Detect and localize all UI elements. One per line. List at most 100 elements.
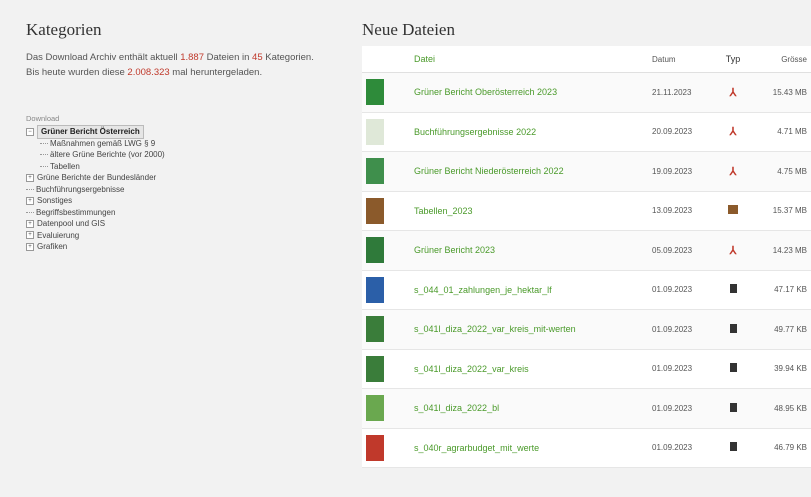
table-row[interactable]: s_044_01_zahlungen_je_hektar_lf 01.09.202… <box>362 270 811 310</box>
table-row[interactable]: Tabellen_2023 13.09.2023 15.37 MB <box>362 191 811 231</box>
file-thumbnail[interactable] <box>366 118 384 145</box>
tree-root[interactable]: Download <box>26 114 346 123</box>
header-size[interactable]: Grösse <box>755 46 811 73</box>
categories-title: Kategorien <box>26 20 102 39</box>
pdf-icon: ⅄ <box>729 244 737 257</box>
collapse-icon[interactable]: − <box>26 127 34 136</box>
file-name-link[interactable]: s_044_01_zahlungen_je_hektar_lf <box>413 270 651 310</box>
file-name-link[interactable]: s_040r_agrarbudget_mit_werte <box>413 428 651 468</box>
table-row[interactable]: s_041l_diza_2022_bl 01.09.2023 48.95 KB <box>362 388 811 429</box>
file-size: 15.43 MB <box>772 87 807 97</box>
expand-icon[interactable]: + <box>26 219 34 228</box>
tree-item-label[interactable]: ältere Grüne Berichte (vor 2000) <box>50 149 165 161</box>
file-size: 4.75 MB <box>777 166 807 176</box>
tree-item[interactable]: − Grüner Bericht Österreich <box>26 125 346 139</box>
file-type-cell: ⅄ <box>711 112 755 152</box>
tree-item[interactable]: Buchführungsergebnisse <box>26 184 346 196</box>
file-name-link[interactable]: Tabellen_2023 <box>413 191 651 231</box>
file-type-cell <box>711 389 755 429</box>
tree-item[interactable]: ältere Grüne Berichte (vor 2000) <box>26 149 346 161</box>
thumb-cell <box>362 152 413 192</box>
table-row[interactable]: s_040r_agrarbudget_mit_werte 01.09.2023 46… <box>362 428 811 468</box>
file-size: 4.71 MB <box>777 127 807 137</box>
file-thumbnail[interactable] <box>366 79 384 106</box>
file-type-cell <box>711 428 755 468</box>
expand-icon[interactable]: + <box>26 242 34 251</box>
tree-item-label[interactable]: Grüner Bericht Österreich <box>37 125 144 139</box>
header-thumb <box>362 46 413 73</box>
tree-item[interactable]: Maßnahmen gemäß LWG § 9 <box>26 138 346 150</box>
file-thumbnail[interactable] <box>366 276 384 303</box>
tree-item-label[interactable]: Grüne Berichte der Bundesländer <box>37 172 156 184</box>
expand-icon[interactable]: + <box>26 196 34 205</box>
tree-item-label[interactable]: Grafiken <box>37 241 67 253</box>
expand-icon[interactable]: + <box>26 173 34 182</box>
file-size: 49.77 KB <box>774 324 807 334</box>
file-thumbnail[interactable] <box>366 434 384 461</box>
table-row[interactable]: s_041l_diza_2022_var_kreis 01.09.2023 39.9… <box>362 349 811 389</box>
file-name-link[interactable]: Grüner Bericht Oberösterreich 2023 <box>413 73 651 113</box>
header-file[interactable]: Datei <box>413 46 651 73</box>
file-date: 01.09.2023 <box>652 285 693 295</box>
table-row[interactable]: Grüner Bericht 2023 05.09.2023 ⅄ 14.23 MB <box>362 230 811 271</box>
tree-item-label[interactable]: Begriffsbestimmungen <box>36 207 115 219</box>
file-name-link[interactable]: Grüner Bericht 2023 <box>413 231 651 271</box>
tree-item-label[interactable]: Evaluierung <box>37 230 79 242</box>
tree-item-label[interactable]: Buchführungsergebnisse <box>36 184 125 196</box>
zip-icon <box>728 205 738 215</box>
file-thumbnail[interactable] <box>366 158 384 185</box>
tree-item[interactable]: Begriffsbestimmungen <box>26 207 346 219</box>
tree-item-label[interactable]: Tabellen <box>50 161 80 173</box>
file-type-cell <box>711 310 755 350</box>
tree-connector <box>26 211 34 213</box>
categories-panel: Kategorien Das Download Archiv enthält a… <box>26 20 346 253</box>
new-files-panel: Neue Dateien Datei Datum Typ Grösse Grün… <box>362 20 811 468</box>
tree-item[interactable]: + Sonstiges <box>26 195 346 207</box>
header-date[interactable]: Datum <box>651 46 711 73</box>
file-type-cell <box>711 270 755 310</box>
tree-item[interactable]: + Datenpool und GIS <box>26 218 346 230</box>
table-row[interactable]: Grüner Bericht Niederösterreich 2022 19.0… <box>362 151 811 192</box>
summary-text: Dateien in <box>203 52 253 63</box>
tree-item[interactable]: + Grafiken <box>26 241 346 253</box>
thumb-cell <box>362 310 413 350</box>
header-type[interactable]: Typ <box>711 46 755 73</box>
file-date: 19.09.2023 <box>652 166 693 176</box>
file-date: 01.09.2023 <box>652 403 693 413</box>
tree-item[interactable]: + Grüne Berichte der Bundesländer <box>26 172 346 184</box>
files-table-body: Grüner Bericht Oberösterreich 2023 21.11.… <box>362 72 811 468</box>
tree-item-label[interactable]: Sonstiges <box>37 195 72 207</box>
tree-item-label[interactable]: Maßnahmen gemäß LWG § 9 <box>50 138 155 150</box>
table-row[interactable]: Buchführungsergebnisse 2022 20.09.2023 ⅄ 4.… <box>362 112 811 152</box>
file-name-link[interactable]: s_041l_diza_2022_var_kreis <box>413 349 651 389</box>
file-name-link[interactable]: Grüner Bericht Niederösterreich 2022 <box>413 152 651 192</box>
file-date: 13.09.2023 <box>652 206 693 216</box>
file-thumbnail[interactable] <box>366 355 384 382</box>
file-size: 48.95 KB <box>774 403 807 413</box>
thumb-cell <box>362 389 413 429</box>
file-thumbnail[interactable] <box>366 316 384 343</box>
thumb-cell <box>362 231 413 271</box>
archive-summary: Das Download Archiv enthält aktuell 1.88… <box>26 50 346 80</box>
tree-item[interactable]: Tabellen <box>26 161 346 173</box>
file-count: 1.887 <box>180 52 204 63</box>
file-name-link[interactable]: s_041l_diza_2022_bl <box>413 389 651 429</box>
file-date: 05.09.2023 <box>652 245 693 255</box>
table-row[interactable]: s_041l_diza_2022_var_kreis_mit-werten 01.… <box>362 309 811 350</box>
file-thumbnail[interactable] <box>366 197 384 224</box>
table-header-row: Datei Datum Typ Grösse <box>362 46 811 73</box>
file-name-link[interactable]: s_041l_diza_2022_var_kreis_mit-werten <box>413 310 651 350</box>
file-name-link[interactable]: Buchführungsergebnisse 2022 <box>413 112 651 152</box>
page: { "left": { "title": "Kategorien", "intr… <box>0 0 811 497</box>
file-date: 01.09.2023 <box>652 443 693 453</box>
category-tree: Download − Grüner Bericht Österreich Maßna… <box>26 114 346 253</box>
table-row[interactable]: Grüner Bericht Oberösterreich 2023 21.11.… <box>362 72 811 113</box>
file-date: 01.09.2023 <box>652 324 693 334</box>
document-icon <box>729 442 737 452</box>
file-thumbnail[interactable] <box>366 395 384 422</box>
file-size: 39.94 KB <box>774 364 807 374</box>
tree-item-label[interactable]: Datenpool und GIS <box>37 218 105 230</box>
tree-item[interactable]: + Evaluierung <box>26 230 346 242</box>
expand-icon[interactable]: + <box>26 231 34 240</box>
file-thumbnail[interactable] <box>366 237 384 264</box>
